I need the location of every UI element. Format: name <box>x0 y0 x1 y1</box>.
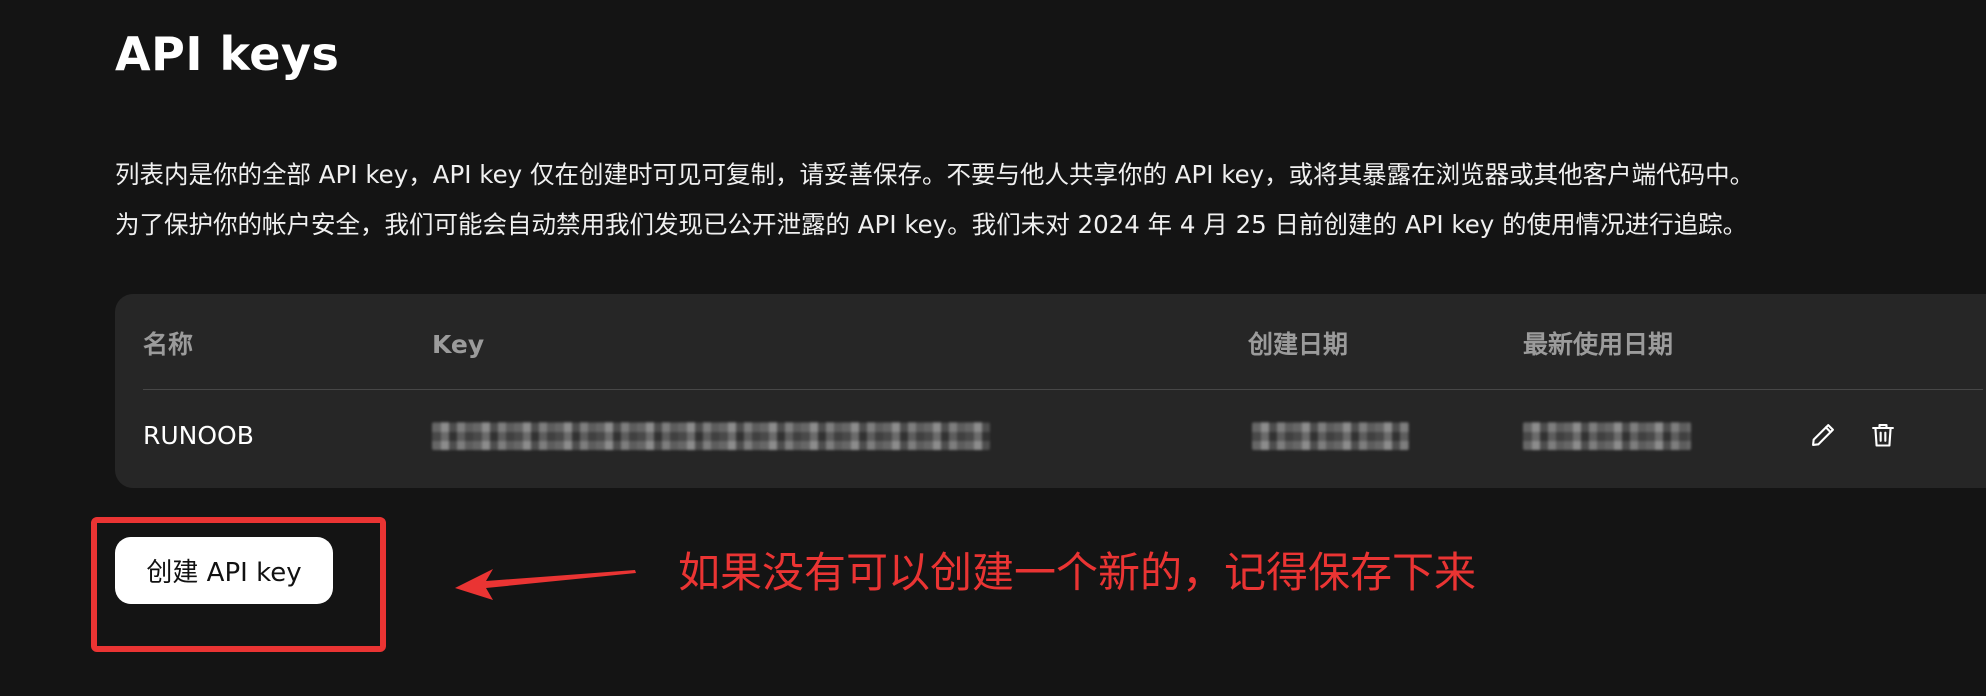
redacted-last-used-date <box>1523 422 1691 450</box>
key-name-cell: RUNOOB <box>143 421 254 450</box>
header-divider <box>143 389 1983 390</box>
annotation-text: 如果没有可以创建一个新的，记得保存下来 <box>678 548 1477 597</box>
api-keys-table: 名称 Key 创建日期 最新使用日期 RUNOOB <box>115 294 1986 488</box>
pencil-icon <box>1812 424 1834 446</box>
page-title: API keys <box>115 27 340 81</box>
annotation-arrow-icon <box>455 569 636 600</box>
edit-key-button[interactable] <box>1803 415 1843 455</box>
column-header-created: 创建日期 <box>1248 330 1349 359</box>
column-header-name: 名称 <box>143 330 194 359</box>
redacted-api-key[interactable] <box>432 422 990 450</box>
description-line-1: 列表内是你的全部 API key，API key 仅在创建时可见可复制，请妥善保… <box>115 160 1755 189</box>
redacted-created-date <box>1252 422 1409 450</box>
description-line-2: 为了保护你的帐户安全，我们可能会自动禁用我们发现已公开泄露的 API key。我… <box>115 210 1748 239</box>
column-header-last-used: 最新使用日期 <box>1523 330 1674 359</box>
description: 列表内是你的全部 API key，API key 仅在创建时可见可复制，请妥善保… <box>115 150 1985 250</box>
create-api-key-button[interactable]: 创建 API key <box>115 537 333 604</box>
trash-icon <box>1872 424 1894 447</box>
delete-key-button[interactable] <box>1863 415 1903 455</box>
column-header-key: Key <box>432 330 485 359</box>
